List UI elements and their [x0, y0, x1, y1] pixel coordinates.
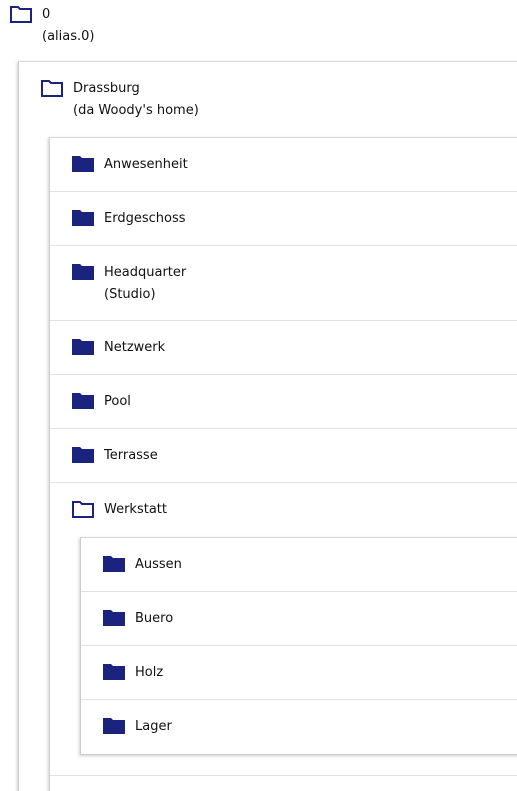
tree-item-name: 0	[42, 7, 51, 22]
folder-open-icon	[71, 499, 95, 519]
folder-icon	[102, 554, 126, 574]
divider	[50, 482, 517, 483]
folder-icon	[71, 391, 95, 411]
folder-icon	[102, 608, 126, 628]
folder-icon	[71, 445, 95, 465]
tree-item-name: Lager	[135, 719, 172, 734]
tree-item-drassburg[interactable]: Drassburg (da Woody's home)	[40, 78, 517, 122]
folder-icon	[71, 208, 95, 228]
tree-item-pool[interactable]: Pool	[71, 391, 517, 413]
tree-item-subtitle: (Studio)	[104, 287, 156, 302]
divider	[50, 245, 517, 246]
tree-item-holz[interactable]: Holz	[102, 662, 517, 684]
tree-item-name: Aussen	[135, 557, 182, 572]
tree-item-lager[interactable]: Lager	[102, 716, 517, 738]
tree-item-werkstatt[interactable]: Werkstatt	[71, 499, 517, 521]
divider	[50, 374, 517, 375]
folder-icon	[102, 716, 126, 736]
divider	[50, 320, 517, 321]
divider	[50, 428, 517, 429]
tree-item-anwesenheit[interactable]: Anwesenheit	[71, 154, 517, 176]
tree-item-name: Netzwerk	[104, 340, 166, 355]
divider	[81, 699, 517, 700]
folder-icon	[71, 154, 95, 174]
folder-icon	[102, 662, 126, 682]
tree-item-name: Anwesenheit	[104, 157, 188, 172]
tree-item-name: Holz	[135, 665, 164, 680]
tree-item-name: Werkstatt	[104, 502, 167, 517]
divider	[81, 591, 517, 592]
tree-item-netzwerk[interactable]: Netzwerk	[71, 337, 517, 359]
divider	[50, 191, 517, 192]
divider	[50, 775, 517, 776]
folder-open-icon	[40, 78, 64, 98]
tree-item-subtitle: (alias.0)	[42, 29, 95, 44]
tree-item-buero[interactable]: Buero	[102, 608, 517, 630]
divider	[81, 645, 517, 646]
tree-item-name: Pool	[104, 394, 131, 409]
tree-item-headquarter[interactable]: Headquarter (Studio)	[71, 262, 517, 306]
tree-item-name: Headquarter	[104, 265, 187, 280]
tree-item-erdgeschoss[interactable]: Erdgeschoss	[71, 208, 517, 230]
tree-item-name: Drassburg	[73, 81, 140, 96]
tree-item-name: Terrasse	[104, 448, 158, 463]
tree-item-name: Buero	[135, 611, 174, 626]
folder-icon	[71, 337, 95, 357]
tree-item-subtitle: (da Woody's home)	[73, 103, 199, 118]
tree-item-root[interactable]: 0 (alias.0)	[9, 4, 517, 48]
tree-item-name: Erdgeschoss	[104, 211, 186, 226]
folder-open-icon	[9, 4, 33, 24]
folder-icon	[71, 262, 95, 282]
object-tree: 0 (alias.0) Drassburg (da Woody's home) …	[0, 0, 517, 791]
tree-item-terrasse[interactable]: Terrasse	[71, 445, 517, 467]
tree-item-aussen[interactable]: Aussen	[102, 554, 517, 576]
